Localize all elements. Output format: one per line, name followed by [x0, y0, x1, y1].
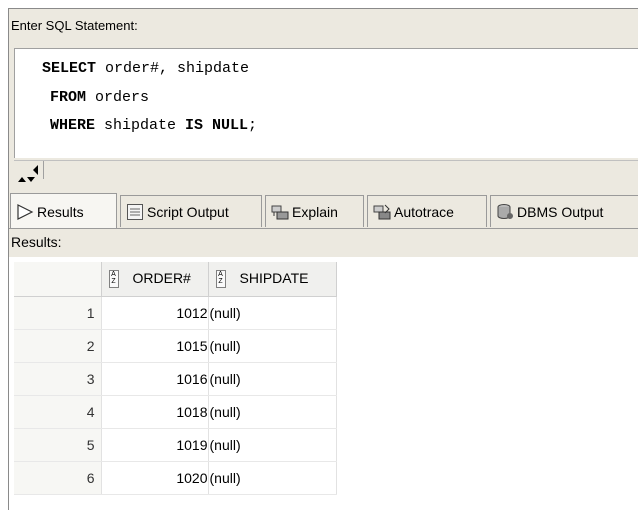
sql-text: orders: [86, 89, 150, 106]
row-number: 3: [14, 362, 102, 396]
cell-shipdate[interactable]: (null): [208, 296, 337, 330]
table-row[interactable]: 1 1012 (null): [14, 296, 337, 330]
column-header-order[interactable]: A Z ORDER#: [101, 262, 209, 297]
cell-shipdate[interactable]: (null): [208, 362, 337, 396]
cell-order[interactable]: 1018: [101, 395, 209, 429]
sql-line-2: FROM orders: [50, 89, 149, 106]
row-number: 1: [14, 296, 102, 330]
results-grid-area: A Z ORDER# A Z SHIPDATE 1 1012 (null) 2 1015…: [9, 257, 638, 511]
cell-order[interactable]: 1012: [101, 296, 209, 330]
editor-horizontal-scrollbar[interactable]: [14, 160, 638, 179]
table-row[interactable]: 5 1019 (null): [14, 428, 337, 462]
sql-text: shipdate: [95, 117, 186, 134]
tab-script-output[interactable]: Script Output: [120, 195, 262, 227]
table-row[interactable]: 4 1018 (null): [14, 395, 337, 429]
tab-label: DBMS Output: [517, 203, 604, 220]
column-header-label: ORDER#: [132, 269, 191, 286]
output-tabs: Results Script Output Explain Autotrace …: [9, 189, 638, 229]
cell-shipdate[interactable]: (null): [208, 395, 337, 429]
table-row[interactable]: 3 1016 (null): [14, 362, 337, 396]
tab-results[interactable]: Results: [10, 193, 117, 229]
cell-order[interactable]: 1016: [101, 362, 209, 396]
sql-keyword: FROM: [50, 89, 87, 106]
tab-label: Autotrace: [394, 203, 454, 220]
results-table: A Z ORDER# A Z SHIPDATE 1 1012 (null) 2 1015…: [14, 262, 337, 495]
table-row[interactable]: 6 1020 (null): [14, 461, 337, 495]
sort-icon[interactable]: AZ: [215, 269, 226, 288]
sql-line-3: WHERE shipdate IS NULL;: [50, 117, 257, 134]
sql-keyword: WHERE: [50, 117, 96, 134]
column-header-label: SHIPDATE: [239, 269, 309, 286]
script-output-icon: [126, 203, 144, 221]
cell-shipdate[interactable]: (null): [208, 329, 337, 363]
row-number: 6: [14, 461, 102, 495]
splitter-arrows-icon[interactable]: [17, 176, 37, 186]
sql-worksheet-panel: Enter SQL Statement: SELECT order#, ship…: [8, 8, 638, 511]
tabs-divider: [9, 228, 638, 229]
sql-keyword: SELECT: [42, 60, 97, 77]
dbms-output-icon: [496, 203, 514, 221]
sql-text: order#, shipdate: [96, 60, 250, 77]
cell-order[interactable]: 1015: [101, 329, 209, 363]
tab-label: Explain: [292, 203, 338, 220]
explain-icon: [271, 203, 289, 221]
row-number: 4: [14, 395, 102, 429]
column-header-shipdate[interactable]: A Z SHIPDATE: [208, 262, 337, 297]
autotrace-icon: [373, 203, 391, 221]
cell-shipdate[interactable]: (null): [208, 461, 337, 495]
row-number: 5: [14, 428, 102, 462]
tab-label: Results: [37, 203, 84, 220]
row-number: 2: [14, 329, 102, 363]
editor-label: Enter SQL Statement:: [11, 18, 138, 33]
tab-autotrace[interactable]: Autotrace: [367, 195, 487, 227]
row-number-header: [14, 262, 102, 297]
cell-order[interactable]: 1020: [101, 461, 209, 495]
play-triangle-icon: [16, 203, 34, 221]
sql-keyword: IS NULL: [185, 117, 249, 134]
tab-label: Script Output: [147, 203, 229, 220]
sql-line-1: SELECT order#, shipdate: [42, 60, 249, 77]
table-header-row: A Z ORDER# A Z SHIPDATE: [14, 262, 337, 297]
sql-editor[interactable]: SELECT order#, shipdate FROM orders WHER…: [14, 48, 638, 158]
cell-shipdate[interactable]: (null): [208, 428, 337, 462]
tab-dbms-output[interactable]: DBMS Output: [490, 195, 638, 227]
tab-explain[interactable]: Explain: [265, 195, 364, 227]
results-label: Results:: [11, 234, 62, 250]
sql-text: ;: [248, 117, 258, 134]
table-row[interactable]: 2 1015 (null): [14, 329, 337, 363]
sort-icon[interactable]: AZ: [108, 269, 119, 288]
cell-order[interactable]: 1019: [101, 428, 209, 462]
panel-splitter[interactable]: [14, 176, 638, 188]
